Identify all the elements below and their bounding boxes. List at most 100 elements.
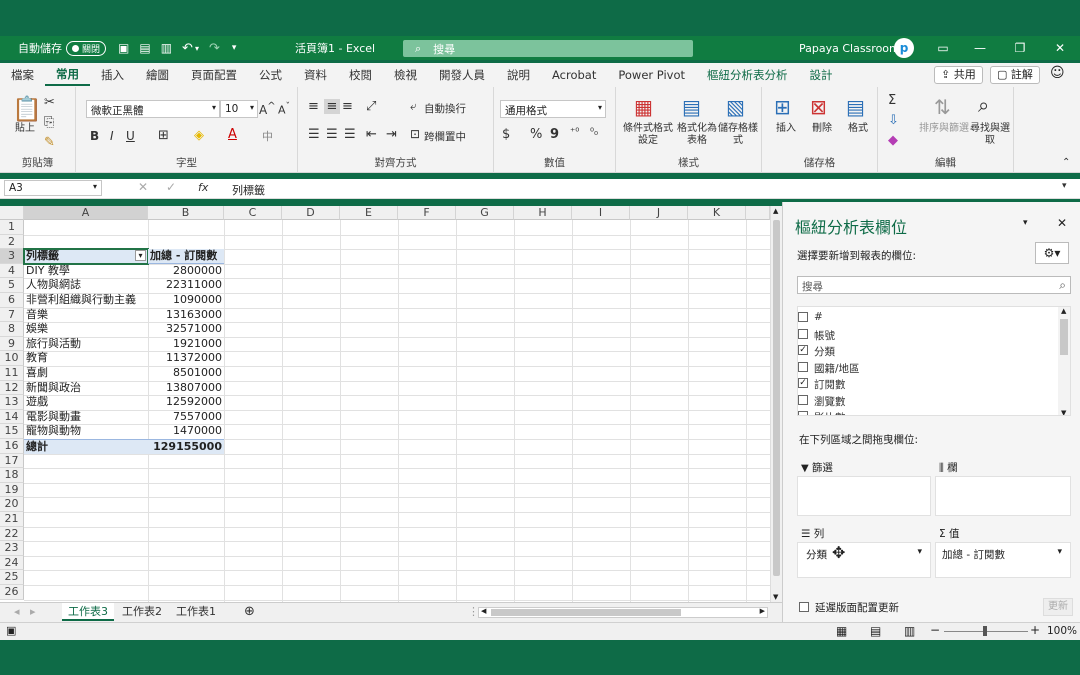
column-header-d[interactable]: D (282, 206, 340, 220)
row-header-17[interactable]: 17 (0, 453, 24, 469)
pivot-values-header[interactable]: 加總 - 訂閱數 (148, 249, 224, 264)
undo-icon[interactable]: ↶ (182, 41, 193, 56)
customize-icon[interactable]: ▾ (232, 43, 237, 53)
align-middle-icon[interactable]: ≡ (324, 99, 340, 114)
tab-design[interactable]: 設計 (799, 63, 844, 87)
undo-dropdown-icon[interactable]: ▾ (195, 44, 199, 53)
tab-developer[interactable]: 開發人員 (428, 63, 496, 87)
minimize-icon[interactable]: — (960, 41, 1000, 55)
gear-icon[interactable]: ⚙▾ (1035, 242, 1069, 264)
autosum-icon[interactable]: Σ (888, 93, 896, 108)
font-name-select[interactable]: 微軟正黑體 ▾ (86, 100, 220, 118)
clear-icon[interactable]: ◆ (888, 133, 898, 148)
find-select-icon[interactable]: ⌕ (978, 93, 989, 117)
tab-insert[interactable]: 插入 (90, 63, 135, 87)
comma-icon[interactable]: 9 (550, 127, 559, 142)
pivot-row-label[interactable]: DIY 教學 (24, 264, 148, 279)
sort-filter-button[interactable]: 排序與篩選 (918, 123, 970, 135)
copy-icon[interactable]: ⎘ (44, 115, 54, 130)
row-header-26[interactable]: 26 (0, 585, 24, 600)
pivot-row-label[interactable]: 喜劇 (24, 366, 148, 381)
merge-center-button[interactable]: 跨欄置中 (424, 131, 466, 143)
pivot-row-label[interactable]: 娛樂 (24, 322, 148, 337)
column-header-h[interactable]: H (514, 206, 572, 220)
pane-close-icon[interactable]: ✕ (1057, 216, 1067, 230)
page-layout-view-icon[interactable]: ▤ (870, 624, 881, 638)
zoom-out-icon[interactable]: − (930, 623, 940, 637)
bold-icon[interactable]: B (90, 129, 99, 143)
row-header-9[interactable]: 9 (0, 336, 24, 352)
row-header-21[interactable]: 21 (0, 512, 24, 527)
normal-view-icon[interactable]: ▦ (836, 624, 847, 638)
restore-icon[interactable]: ❐ (1000, 41, 1040, 55)
rows-field-item[interactable]: 分類 (806, 547, 827, 562)
pivot-row-label[interactable]: 教育 (24, 351, 148, 366)
pivot-row-label[interactable]: 電影與動畫 (24, 410, 148, 425)
column-header-f[interactable]: F (398, 206, 456, 220)
pivot-value[interactable]: 8501000 (148, 366, 224, 381)
row-header-8[interactable]: 8 (0, 322, 24, 337)
pivot-value[interactable]: 2800000 (148, 264, 224, 279)
tab-view[interactable]: 檢視 (383, 63, 428, 87)
save-as-icon[interactable]: ▤ (139, 41, 150, 55)
smiley-icon[interactable]: ☺ (1050, 65, 1065, 81)
pivot-value[interactable]: 13163000 (148, 308, 224, 323)
autosave-toggle[interactable]: 關閉 (66, 40, 107, 56)
name-box[interactable]: A3 ▾ (4, 180, 102, 196)
row-header-3[interactable]: 3 (0, 249, 24, 264)
values-field-item[interactable]: 加總 - 訂閱數 (942, 547, 1005, 562)
row-header-12[interactable]: 12 (0, 380, 24, 396)
pivot-row-label[interactable]: 寵物與動物 (24, 424, 148, 439)
pivot-value[interactable]: 1921000 (148, 337, 224, 352)
pivot-row-label[interactable]: 新聞與政治 (24, 381, 148, 396)
insert-function-icon[interactable]: fx (198, 181, 208, 194)
pivot-value[interactable]: 1470000 (148, 424, 224, 439)
row-header-6[interactable]: 6 (0, 293, 24, 308)
scroll-right-icon[interactable]: ▶ (760, 607, 765, 615)
insert-cells-icon[interactable]: ⊞ (774, 95, 791, 119)
delete-cells-button[interactable]: 刪除 (804, 123, 840, 135)
align-top-icon[interactable]: ≡ (308, 99, 319, 114)
row-header-20[interactable]: 20 (0, 497, 24, 512)
tab-acrobat[interactable]: Acrobat (541, 63, 607, 87)
pivot-row-label[interactable]: 遊戲 (24, 395, 148, 410)
avatar[interactable]: p (894, 38, 914, 58)
paste-button[interactable]: 貼上 (8, 123, 42, 135)
row-header-14[interactable]: 14 (0, 409, 24, 425)
row-header-13[interactable]: 13 (0, 395, 24, 410)
tab-pivot-analyze[interactable]: 樞紐分析表分析 (696, 63, 799, 87)
pivot-row-label[interactable]: 音樂 (24, 308, 148, 323)
increase-decimal-icon[interactable]: ⁺⁰ (570, 127, 579, 138)
row-header-24[interactable]: 24 (0, 555, 24, 571)
conditional-format-icon[interactable]: ▦ (634, 95, 653, 119)
fill-icon[interactable]: ⇩ (888, 113, 899, 128)
merge-icon[interactable]: ⊡ (410, 127, 420, 141)
currency-icon[interactable]: $ (502, 127, 510, 142)
tab-home[interactable]: 常用 (45, 64, 90, 86)
paste-icon[interactable]: 📋 (12, 95, 42, 123)
fill-color-icon[interactable]: ◈ (194, 128, 204, 143)
search-box[interactable]: ⌕ 搜尋 (403, 40, 693, 57)
format-painter-icon[interactable]: ✎ (44, 135, 55, 150)
sort-filter-icon[interactable]: ⇅ (934, 95, 951, 119)
pivot-value[interactable]: 13807000 (148, 381, 224, 396)
pivot-row-label[interactable]: 旅行與活動 (24, 337, 148, 352)
tab-formulas[interactable]: 公式 (248, 63, 293, 87)
pivot-row-label[interactable]: 非營利組織與行動主義 (24, 293, 148, 308)
decrease-font-icon[interactable]: Aˇ (278, 101, 290, 117)
columns-zone[interactable] (935, 476, 1071, 516)
sheet-tab-3[interactable]: 工作表3 (62, 603, 114, 621)
page-icon[interactable]: ▥ (161, 41, 172, 55)
align-right-icon[interactable]: ☰ (344, 127, 356, 142)
values-zone[interactable]: 加總 - 訂閱數 ▾ (935, 542, 1071, 578)
format-table-button[interactable]: 格式化為表格 (676, 123, 718, 147)
pivot-value[interactable]: 7557000 (148, 410, 224, 425)
row-header-7[interactable]: 7 (0, 307, 24, 323)
row-header-15[interactable]: 15 (0, 424, 24, 439)
column-header-k[interactable]: K (688, 206, 746, 220)
cell-styles-icon[interactable]: ▧ (726, 95, 745, 119)
chevron-down-icon[interactable]: ▾ (1057, 547, 1062, 557)
redo-icon[interactable]: ↷ (209, 41, 220, 56)
prev-sheet-icon[interactable]: ◂ (8, 603, 26, 621)
align-left-icon[interactable]: ☰ (308, 127, 320, 142)
